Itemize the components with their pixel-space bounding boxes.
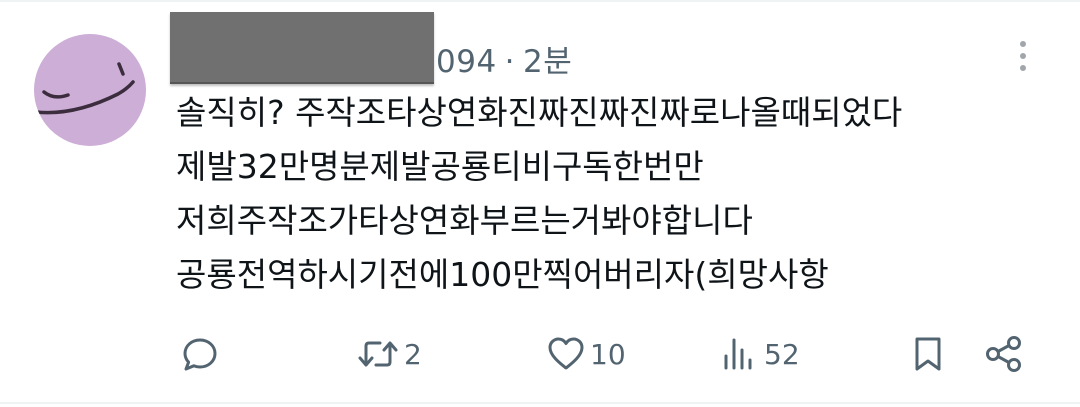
like-count: 10 (590, 337, 626, 371)
reply-icon (183, 338, 217, 371)
handle-time-row: 094 · 2분 (436, 36, 572, 81)
more-options-button[interactable] (1005, 38, 1041, 74)
views-button[interactable]: 52 (720, 330, 800, 378)
top-divider (0, 0, 1080, 2)
heart-icon (548, 337, 584, 370)
action-bar: 2 10 52 (0, 330, 1080, 380)
tweet-line: 제발32만명분제발공룡티비구독한번만 (176, 147, 704, 186)
like-button[interactable]: 10 (546, 330, 626, 378)
redacted-username[interactable] (170, 12, 434, 84)
tweet-line: 저희주작조가타상연화부르는거봐야합니다 (176, 201, 753, 240)
avatar-face-icon (34, 34, 146, 146)
bookmark-icon (915, 337, 941, 371)
retweet-button[interactable]: 2 (356, 330, 422, 378)
reply-button[interactable] (180, 330, 224, 378)
avatar[interactable] (34, 34, 146, 146)
bottom-divider (0, 402, 1080, 404)
tweet-header: 094 · 2분 (170, 12, 1010, 84)
timestamp[interactable]: 2분 (523, 44, 572, 80)
retweet-icon (358, 341, 398, 367)
tweet-line: 솔직히? 주작조타상연화진짜진짜진짜로나올때되었다 (176, 93, 903, 132)
handle-suffix[interactable]: 094 (436, 44, 497, 80)
tweet-text: 솔직히? 주작조타상연화진짜진짜진짜로나올때되었다 제발32만명분제발공룡티비구… (176, 86, 1056, 302)
views-bar-chart-icon (724, 338, 752, 370)
share-button[interactable] (984, 330, 1024, 378)
more-vertical-icon (1020, 41, 1026, 71)
view-count: 52 (764, 337, 800, 371)
tweet-line: 공룡전역하시기전에100만찍어버리자(희망사항 (176, 255, 829, 294)
bookmark-button[interactable] (908, 330, 948, 378)
retweet-count: 2 (404, 337, 422, 371)
share-icon (986, 336, 1021, 372)
separator: · (504, 44, 516, 80)
